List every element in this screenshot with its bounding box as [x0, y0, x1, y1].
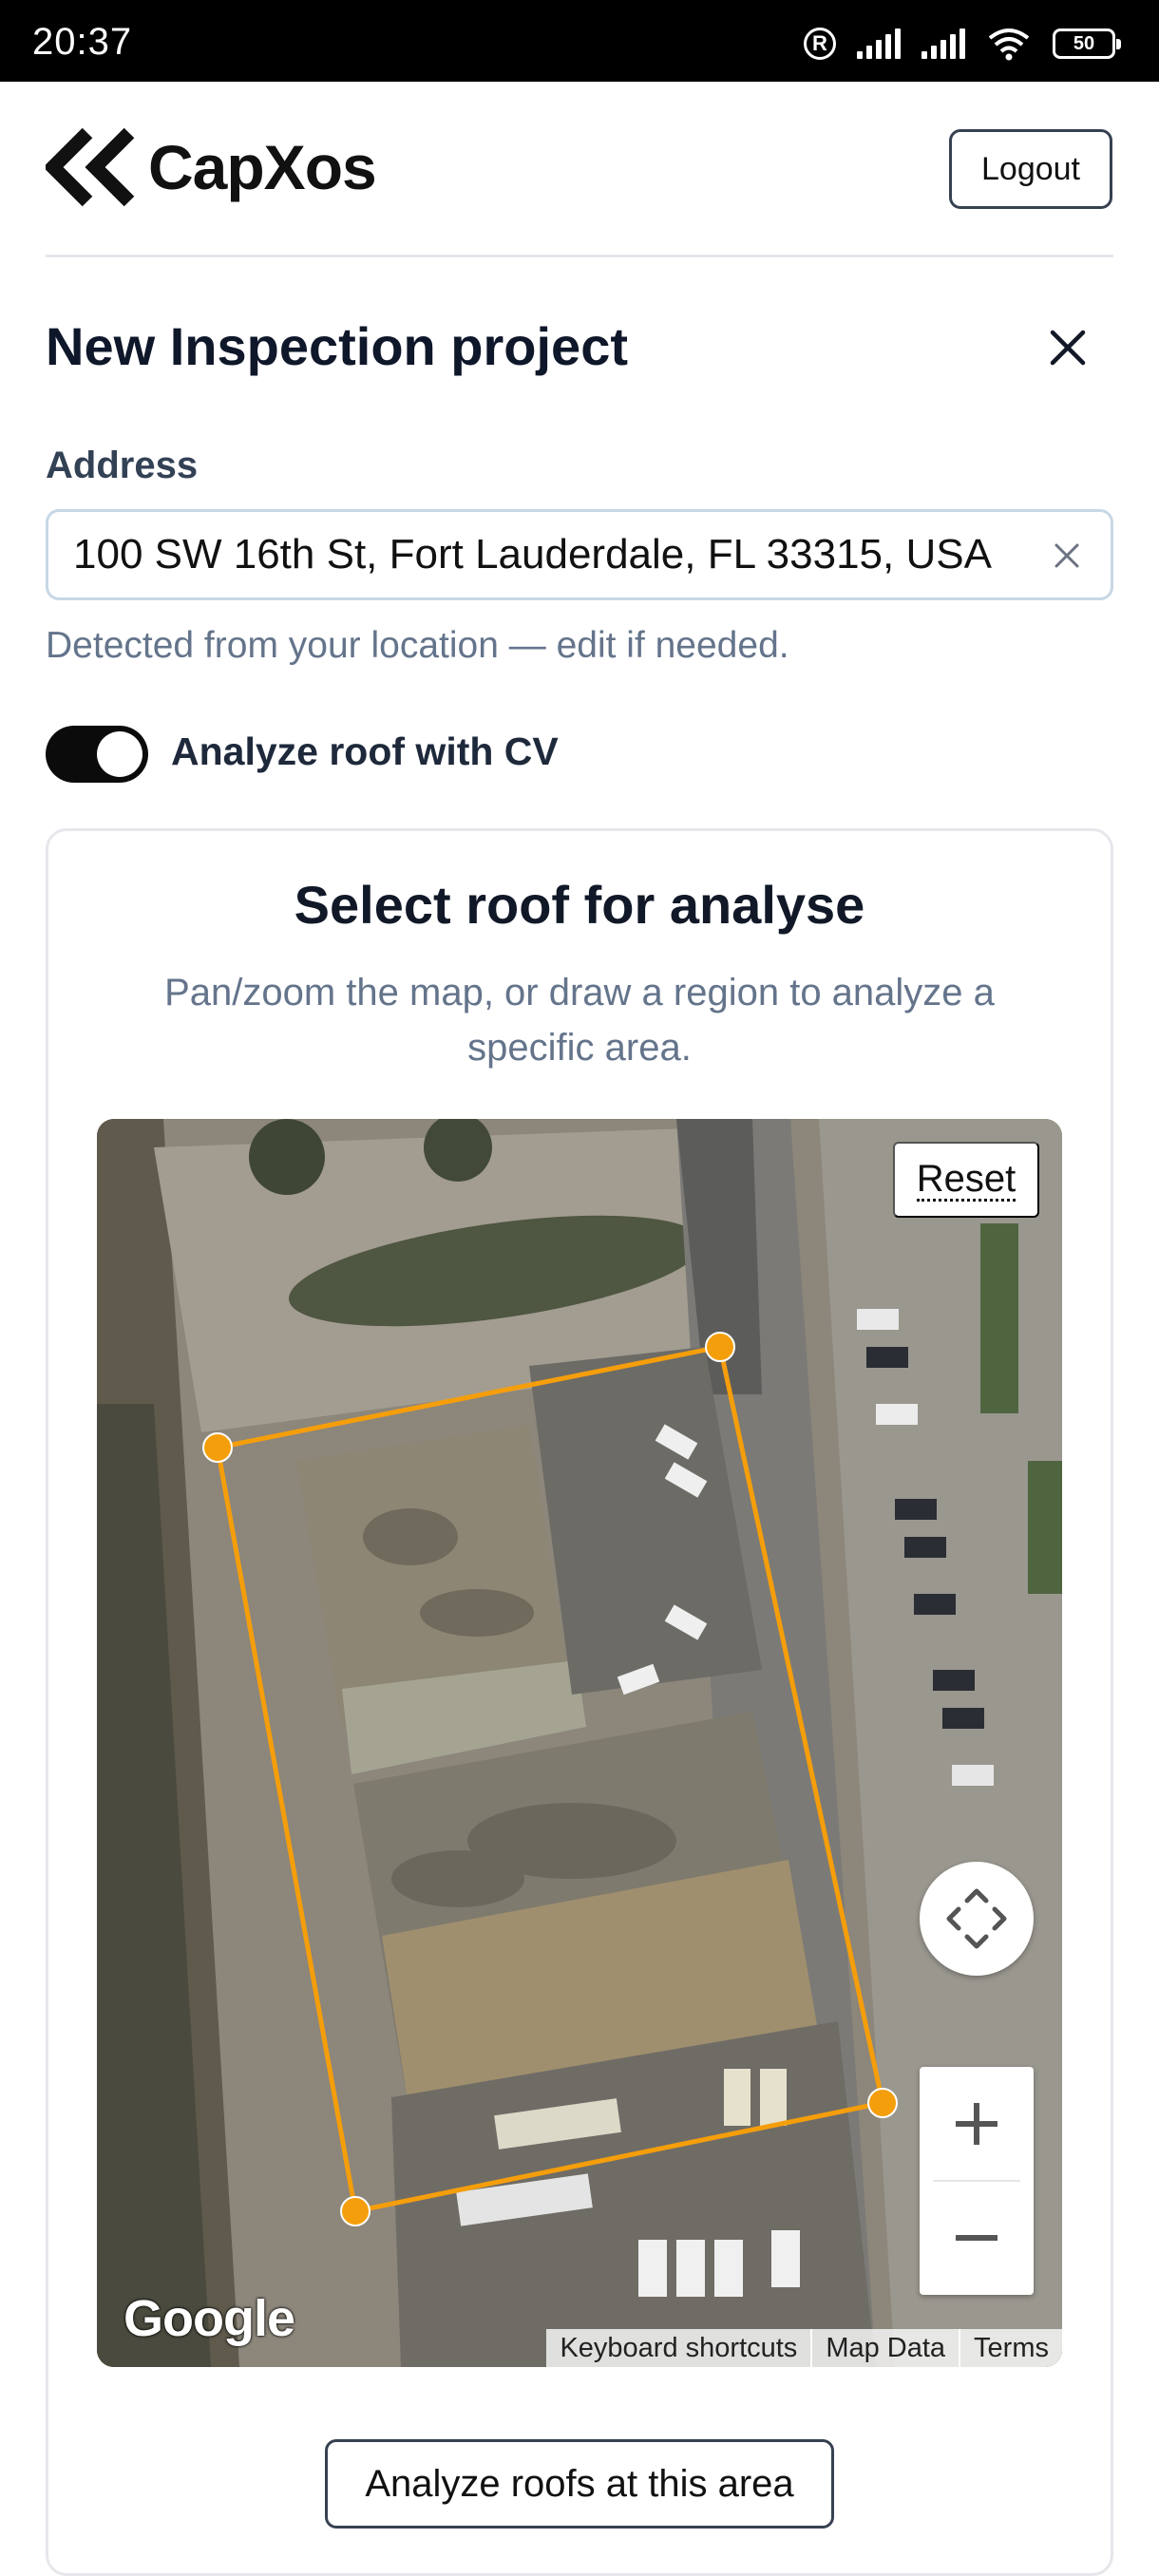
wifi-icon — [986, 27, 1032, 61]
app-logo[interactable]: CapXos — [46, 127, 377, 207]
analyze-roofs-button[interactable]: Analyze roofs at this area — [325, 2439, 834, 2529]
reset-label: Reset — [916, 1157, 1016, 1202]
map-attribution: Keyboard shortcuts Map Data Terms — [546, 2329, 1062, 2367]
toggle-knob — [97, 731, 142, 777]
roof-selector-subtitle: Pan/zoom the map, or draw a region to an… — [164, 972, 995, 1069]
move-arrows-icon — [946, 1888, 1007, 1949]
battery-level: 50 — [1073, 32, 1095, 54]
capxos-logo-icon — [46, 127, 135, 207]
address-label: Address — [46, 445, 199, 486]
map-data-link[interactable]: Map Data — [810, 2329, 959, 2367]
address-hint: Detected from your location — edit if ne… — [46, 625, 789, 666]
address-input[interactable] — [73, 512, 1061, 597]
google-logo: Google — [124, 2290, 295, 2347]
reset-button[interactable]: Reset — [893, 1142, 1039, 1218]
plus-icon — [956, 2103, 998, 2145]
clear-icon[interactable] — [1052, 540, 1082, 571]
status-icons: R 50 — [804, 25, 1121, 63]
cv-toggle-label: Analyze roof with CV — [171, 729, 559, 773]
header-divider — [46, 255, 1113, 257]
keyboard-shortcuts-link[interactable]: Keyboard shortcuts — [546, 2329, 810, 2367]
registered-icon: R — [804, 28, 836, 60]
logout-button[interactable]: Logout — [949, 129, 1112, 209]
address-field[interactable] — [46, 509, 1113, 600]
page-title: New Inspection project — [46, 316, 628, 376]
close-icon[interactable] — [1045, 325, 1091, 370]
roof-selector-title: Select roof for analyse — [294, 875, 865, 935]
status-bar: 20:37 R 50 — [0, 0, 1159, 82]
terms-link[interactable]: Terms — [959, 2329, 1062, 2367]
cv-toggle[interactable] — [46, 726, 148, 783]
minus-icon — [956, 2235, 998, 2241]
battery-icon: 50 — [1053, 28, 1121, 59]
zoom-out-button[interactable] — [920, 2181, 1034, 2295]
pan-control-button[interactable] — [920, 1862, 1034, 1976]
signal-icon — [922, 28, 965, 59]
status-time: 20:37 — [32, 21, 133, 63]
zoom-in-button[interactable] — [920, 2067, 1034, 2181]
logo-text: CapXos — [148, 132, 377, 202]
zoom-controls — [920, 2067, 1034, 2295]
satellite-map[interactable]: Reset Google Keyboard shortcuts Map Data… — [97, 1119, 1062, 2367]
satellite-imagery — [97, 1119, 1062, 2367]
signal-icon — [857, 28, 901, 59]
